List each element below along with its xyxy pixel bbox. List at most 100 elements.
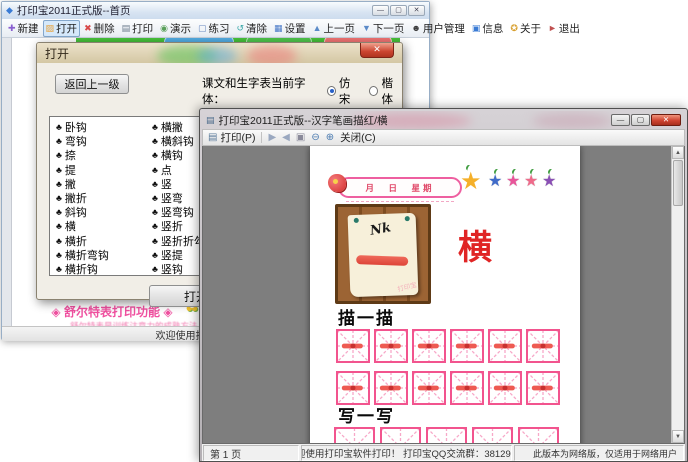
font-choice-label: 课文和生字表当前字体： (202, 75, 317, 107)
close-preview-button[interactable]: 关闭(C) (340, 130, 376, 145)
trace-cell (336, 371, 370, 405)
exit-icon: ► (548, 24, 557, 33)
main-toolbar-item-11[interactable]: ▣信息 (469, 20, 507, 37)
main-toolbar-item-0[interactable]: ✚新建 (5, 20, 42, 37)
stroke-icon: ♣ (56, 250, 62, 260)
prev-page-icon[interactable]: ◀ (282, 132, 290, 143)
main-toolbar: ✚新建▨打开✖删除▤打印◉演示▢练习↺清除▦设置▲上一页▼下一页☻用户管理▣信息… (2, 19, 429, 38)
left-sidebar-strip[interactable] (2, 38, 12, 341)
stroke-icon: ♣ (152, 221, 158, 231)
main-toolbar-item-label: 下一页 (373, 21, 405, 36)
stroke-item-label: 横折钩 (65, 261, 98, 276)
stroke-list-item[interactable]: ♣捺 (56, 148, 109, 162)
ribbon-ornament-icon (328, 174, 346, 192)
stroke-list-item[interactable]: ♣横折弯钩 (56, 248, 109, 262)
stroke-list-item[interactable]: ♣撇 (56, 177, 109, 191)
main-toolbar-item-4[interactable]: ◉演示 (157, 20, 194, 37)
stroke-list-item[interactable]: ♣斜钩 (56, 205, 109, 219)
maximize-icon[interactable]: ▢ (631, 114, 650, 126)
stroke-list-item[interactable]: ♣点 (152, 163, 205, 177)
font-radio-1[interactable]: 楷体 (369, 75, 402, 107)
stroke-list-item[interactable]: ♣横 (56, 219, 109, 233)
radio-icon[interactable] (369, 86, 378, 96)
open-dialog-titlebar[interactable]: 打开 ✕ (37, 43, 402, 63)
main-toolbar-item-9[interactable]: ▼下一页 (359, 20, 407, 37)
main-toolbar-item-2[interactable]: ✖删除 (81, 20, 118, 37)
main-toolbar-item-8[interactable]: ▲上一页 (310, 20, 358, 37)
horizontal-stroke-sample (356, 255, 408, 266)
maximize-icon[interactable]: ▢ (390, 5, 407, 16)
stroke-icon: ♣ (56, 207, 62, 217)
stroke-list-item[interactable]: ♣弯钩 (56, 134, 109, 148)
stroke-icon: ♣ (152, 165, 158, 175)
main-toolbar-item-label: 退出 (559, 21, 580, 36)
main-toolbar-item-13[interactable]: ►退出 (545, 20, 583, 37)
stroke-list-item[interactable]: ♣竖弯 (152, 191, 205, 205)
stroke-list-item[interactable]: ♣横折钩 (56, 262, 109, 276)
stroke-list-item[interactable]: ♣横钩 (152, 148, 205, 162)
main-toolbar-item-3[interactable]: ▤打印 (119, 20, 157, 37)
hanging-star-icon: ★ (524, 174, 538, 190)
radio-selected-icon[interactable] (327, 86, 336, 96)
main-toolbar-item-label: 打开 (56, 21, 77, 36)
stroke-icon: ♣ (56, 236, 62, 246)
stroke-list-item[interactable]: ♣横撇 (152, 120, 205, 134)
scrollbar-thumb[interactable] (673, 160, 683, 206)
stroke-list-item[interactable]: ♣竖 (152, 177, 205, 191)
main-toolbar-item-12[interactable]: ✪关于 (507, 20, 544, 37)
close-icon[interactable]: ✕ (360, 43, 394, 58)
stroke-list-item[interactable]: ♣竖弯钩 (152, 205, 205, 219)
stroke-icon: ♣ (56, 221, 62, 231)
main-toolbar-item-label: 清除 (246, 21, 267, 36)
date-banner: 月 日 星期 (338, 177, 462, 198)
preview-titlebar[interactable]: ▤ 打印宝2011正式版--汉字笔画描红/横 — ▢ ✕ (202, 111, 685, 129)
prev-page-icon: ▲ (313, 24, 322, 33)
trace-cell (374, 371, 408, 405)
stroke-list-item[interactable]: ♣卧钩 (56, 120, 109, 134)
watermark-text: 打印宝 (396, 279, 417, 293)
stroke-list-item[interactable]: ♣横折 (56, 234, 109, 248)
stroke-list-item[interactable]: ♣竖折 (152, 219, 205, 233)
back-up-level-button[interactable]: 返回上一级 (55, 74, 129, 94)
stroke-list-item[interactable]: ♣竖钩 (152, 262, 205, 276)
main-toolbar-item-10[interactable]: ☻用户管理 (408, 20, 467, 37)
vertical-scrollbar[interactable]: ▲ ▼ (671, 146, 684, 443)
stroke-icon: ♣ (56, 193, 62, 203)
trace-cell (488, 329, 522, 363)
write-cell (426, 427, 467, 444)
stroke-list-item[interactable]: ♣竖折折勾 (152, 234, 205, 248)
main-toolbar-item-label: 演示 (170, 21, 191, 36)
scroll-up-icon[interactable]: ▲ (672, 146, 684, 159)
next-page-icon[interactable]: ▶ (268, 132, 276, 143)
zoom-in-icon[interactable]: ⊕ (326, 132, 334, 143)
main-toolbar-item-6[interactable]: ↺清除 (234, 20, 271, 37)
font-radio-label: 楷体 (381, 75, 402, 107)
main-toolbar-item-1[interactable]: ▨打开 (43, 20, 81, 37)
stroke-list-item[interactable]: ♣竖提 (152, 248, 205, 262)
version-panel: 此版本为网络版，仅适用于网络用户 (514, 445, 684, 461)
trace-cell (412, 329, 446, 363)
stroke-icon: ♣ (152, 122, 158, 132)
main-toolbar-item-label: 信息 (482, 21, 503, 36)
main-toolbar-item-label: 删除 (94, 21, 115, 36)
minimize-icon[interactable]: — (611, 114, 630, 126)
preview-area: 月 日 星期 ★ ★★★★ Nk 打印宝 横 描一描 (202, 146, 685, 444)
scroll-down-icon[interactable]: ▼ (672, 430, 684, 443)
page-layout-icon[interactable]: ▣ (296, 132, 305, 143)
stroke-list-item[interactable]: ♣撇折 (56, 191, 109, 205)
main-window-titlebar[interactable]: ◆ 打印宝2011正式版--首页 — ▢ ✕ (2, 2, 429, 19)
stroke-list-item[interactable]: ♣提 (56, 163, 109, 177)
stroke-icon: ♣ (152, 250, 158, 260)
stroke-icon: ♣ (152, 179, 158, 189)
close-icon[interactable]: ✕ (651, 114, 681, 126)
stroke-list-item[interactable]: ♣横斜钩 (152, 134, 205, 148)
main-toolbar-item-5[interactable]: ▢练习 (195, 20, 233, 37)
print-button[interactable]: ▤ 打印(P) (208, 130, 255, 145)
minimize-icon[interactable]: — (372, 5, 389, 16)
hanging-star-icon: ★ (488, 174, 502, 190)
close-icon[interactable]: ✕ (408, 5, 425, 16)
main-toolbar-item-7[interactable]: ▦设置 (271, 20, 309, 37)
zoom-out-icon[interactable]: ⊖ (311, 132, 319, 143)
glass-reflection (532, 113, 612, 129)
font-radio-0[interactable]: 仿宋 (327, 75, 360, 107)
